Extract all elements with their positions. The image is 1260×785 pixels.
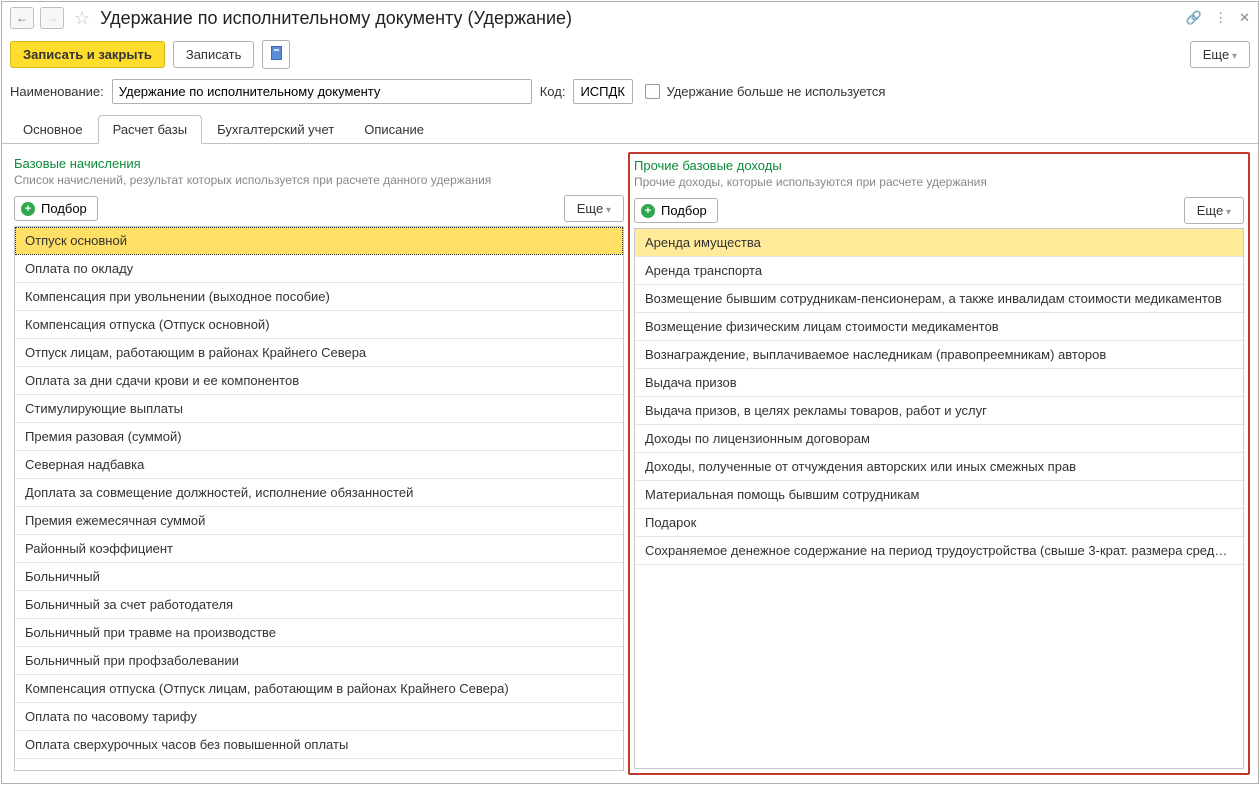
title-actions: 🔗 ⋮ ✕: [1186, 10, 1250, 26]
list-item[interactable]: Стимулирующие выплаты: [15, 395, 623, 423]
form-row: Наименование: Код: Удержание больше не и…: [2, 75, 1258, 114]
kebab-menu-icon[interactable]: ⋮: [1214, 10, 1227, 26]
list-item[interactable]: Больничный при профзаболевании: [15, 647, 623, 675]
list-item[interactable]: Аренда транспорта: [635, 257, 1243, 285]
tab-0[interactable]: Основное: [8, 115, 98, 144]
code-label: Код:: [540, 84, 566, 99]
right-panel-subtitle: Прочие доходы, которые используются при …: [634, 175, 1244, 189]
name-field[interactable]: [112, 79, 532, 104]
list-item[interactable]: Выдача призов, в целях рекламы товаров, …: [635, 397, 1243, 425]
list-item[interactable]: Отпуск основной: [15, 227, 623, 255]
plus-icon: +: [21, 202, 35, 216]
favorite-star-icon[interactable]: ☆: [74, 8, 90, 29]
more-button[interactable]: Еще: [1190, 41, 1250, 68]
name-label: Наименование:: [10, 84, 104, 99]
content-area: Базовые начисления Список начислений, ре…: [2, 144, 1258, 783]
right-panel-title: Прочие базовые доходы: [634, 158, 1244, 173]
left-panel-title: Базовые начисления: [14, 156, 624, 171]
link-icon[interactable]: 🔗: [1186, 10, 1202, 26]
list-item[interactable]: Компенсация отпуска (Отпуск лицам, работ…: [15, 675, 623, 703]
list-item[interactable]: Вознаграждение, выплачиваемое наследника…: [635, 341, 1243, 369]
list-item[interactable]: Подарок: [635, 509, 1243, 537]
left-pick-button[interactable]: + Подбор: [14, 196, 98, 221]
right-pick-label: Подбор: [661, 203, 707, 218]
save-and-close-button[interactable]: Записать и закрыть: [10, 41, 165, 68]
plus-icon: +: [641, 204, 655, 218]
main-toolbar: Записать и закрыть Записать Еще: [2, 34, 1258, 75]
list-item[interactable]: Больничный: [15, 563, 623, 591]
list-item[interactable]: Больничный за счет работодателя: [15, 591, 623, 619]
list-item[interactable]: Доходы, полученные от отчуждения авторск…: [635, 453, 1243, 481]
list-item[interactable]: Оплата по окладу: [15, 255, 623, 283]
list-item[interactable]: Выдача призов: [635, 369, 1243, 397]
panel-other-income: Прочие базовые доходы Прочие доходы, кот…: [628, 152, 1250, 775]
right-panel-toolbar: + Подбор Еще: [634, 197, 1244, 224]
list-item[interactable]: Сохраняемое денежное содержание на перио…: [635, 537, 1243, 565]
nav-back-button[interactable]: ←: [10, 7, 34, 29]
save-button[interactable]: Записать: [173, 41, 255, 68]
left-list[interactable]: Отпуск основнойОплата по окладуКомпенсац…: [15, 227, 623, 770]
left-panel-subtitle: Список начислений, результат которых исп…: [14, 173, 624, 187]
list-item[interactable]: Оплата за дни сдачи крови и ее компонент…: [15, 367, 623, 395]
unused-checkbox[interactable]: Удержание больше не используется: [645, 84, 885, 99]
list-item[interactable]: Материальная помощь бывшим сотрудникам: [635, 481, 1243, 509]
list-item[interactable]: Доплата за совмещение должностей, исполн…: [15, 479, 623, 507]
nav-forward-button[interactable]: →: [40, 7, 64, 29]
left-panel-toolbar: + Подбор Еще: [14, 195, 624, 222]
window-title: Удержание по исполнительному документу (…: [100, 8, 1180, 29]
list-item[interactable]: Премия ежемесячная суммой: [15, 507, 623, 535]
list-item[interactable]: Компенсация при увольнении (выходное пос…: [15, 283, 623, 311]
list-item[interactable]: Северная надбавка: [15, 451, 623, 479]
right-list-wrap: Аренда имуществаАренда транспортаВозмеще…: [634, 228, 1244, 769]
tab-3[interactable]: Описание: [349, 115, 439, 144]
left-pick-label: Подбор: [41, 201, 87, 216]
list-item[interactable]: Отпуск лицам, работающим в районах Крайн…: [15, 339, 623, 367]
list-item[interactable]: Возмещение физическим лицам стоимости ме…: [635, 313, 1243, 341]
checkbox-icon: [645, 84, 660, 99]
unused-label: Удержание больше не используется: [666, 84, 885, 99]
right-more-button[interactable]: Еще: [1184, 197, 1244, 224]
list-item[interactable]: Премия разовая (суммой): [15, 423, 623, 451]
titlebar: ← → ☆ Удержание по исполнительному докум…: [2, 2, 1258, 34]
list-item[interactable]: Оплата сверхурочных часов без повышенной…: [15, 731, 623, 759]
tab-1[interactable]: Расчет базы: [98, 115, 203, 144]
left-list-wrap: Отпуск основнойОплата по окладуКомпенсац…: [14, 226, 624, 771]
list-item[interactable]: Районный коэффициент: [15, 535, 623, 563]
right-pick-button[interactable]: + Подбор: [634, 198, 718, 223]
document-icon: [271, 46, 282, 60]
list-item[interactable]: Оплата по часовому тарифу: [15, 703, 623, 731]
document-icon-button[interactable]: [262, 40, 290, 69]
close-icon[interactable]: ✕: [1239, 10, 1250, 26]
right-list[interactable]: Аренда имуществаАренда транспортаВозмеще…: [635, 229, 1243, 768]
left-more-button[interactable]: Еще: [564, 195, 624, 222]
code-field[interactable]: [573, 79, 633, 104]
tab-2[interactable]: Бухгалтерский учет: [202, 115, 349, 144]
panel-base-accruals: Базовые начисления Список начислений, ре…: [10, 152, 628, 775]
list-item[interactable]: Аренда имущества: [635, 229, 1243, 257]
window-frame: ← → ☆ Удержание по исполнительному докум…: [1, 1, 1259, 784]
list-item[interactable]: Доходы по лицензионным договорам: [635, 425, 1243, 453]
tab-bar: ОсновноеРасчет базыБухгалтерский учетОпи…: [2, 114, 1258, 144]
list-item[interactable]: Больничный при травме на производстве: [15, 619, 623, 647]
list-item[interactable]: Возмещение бывшим сотрудникам-пенсионера…: [635, 285, 1243, 313]
list-item[interactable]: Компенсация отпуска (Отпуск основной): [15, 311, 623, 339]
